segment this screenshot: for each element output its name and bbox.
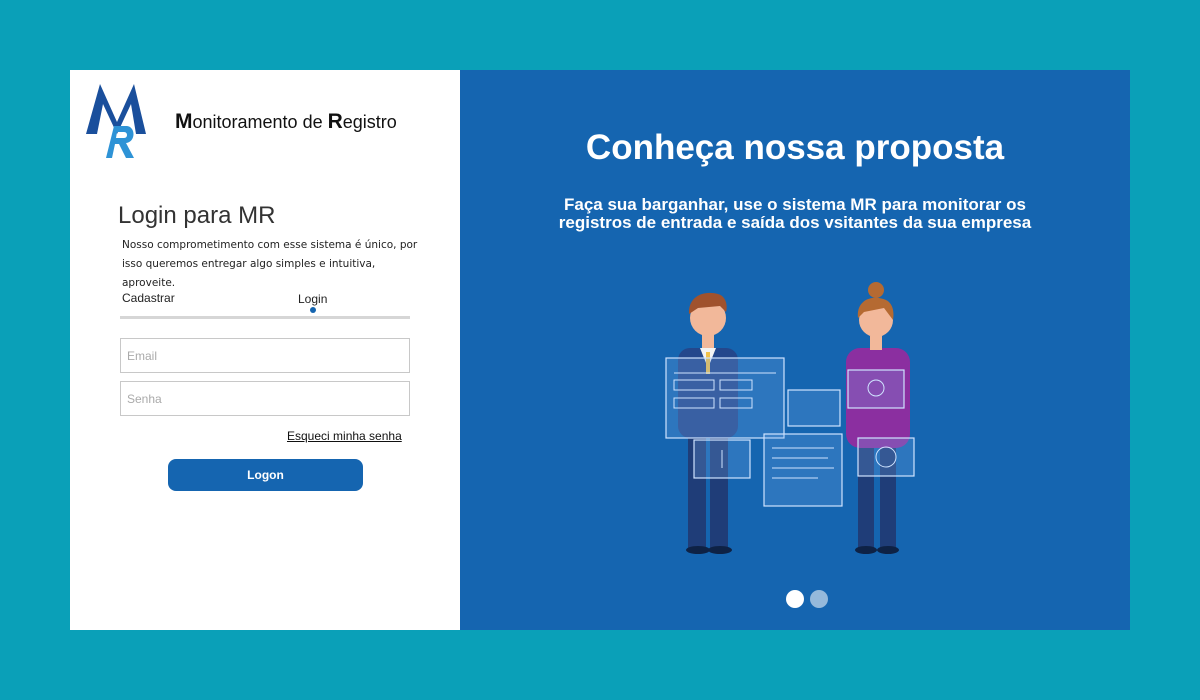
promo-panel: Conheça nossa proposta Faça sua barganha…: [460, 70, 1130, 630]
password-field[interactable]: [120, 381, 410, 416]
email-field[interactable]: [120, 338, 410, 373]
forgot-password-link[interactable]: Esqueci minha senha: [287, 429, 402, 443]
login-card: Monitoramento de Registro Login para MR …: [70, 70, 1130, 630]
intro-text: Nosso comprometimento com esse sistema é…: [122, 239, 418, 289]
woman-figure: [846, 282, 910, 554]
carousel-dot-2[interactable]: [810, 590, 828, 608]
tab-cadastrar[interactable]: Cadastrar: [122, 291, 175, 305]
tab-underline: [120, 316, 410, 319]
promo-headline: Conheça nossa proposta: [585, 128, 1005, 167]
page-title: Login para MR: [118, 202, 276, 229]
carousel-dot-1[interactable]: [786, 590, 804, 608]
active-tab-indicator: [310, 307, 316, 313]
logon-button[interactable]: Logon: [168, 459, 363, 491]
team-illustration: [665, 282, 915, 554]
brand-name: Monitoramento de Registro: [175, 110, 397, 133]
tab-login[interactable]: Login: [298, 292, 327, 306]
mr-logo: [86, 84, 146, 158]
login-panel: Monitoramento de Registro Login para MR …: [70, 70, 460, 630]
promo-subtitle: Faça sua barganhar, use o sistema MR par…: [558, 195, 1032, 232]
